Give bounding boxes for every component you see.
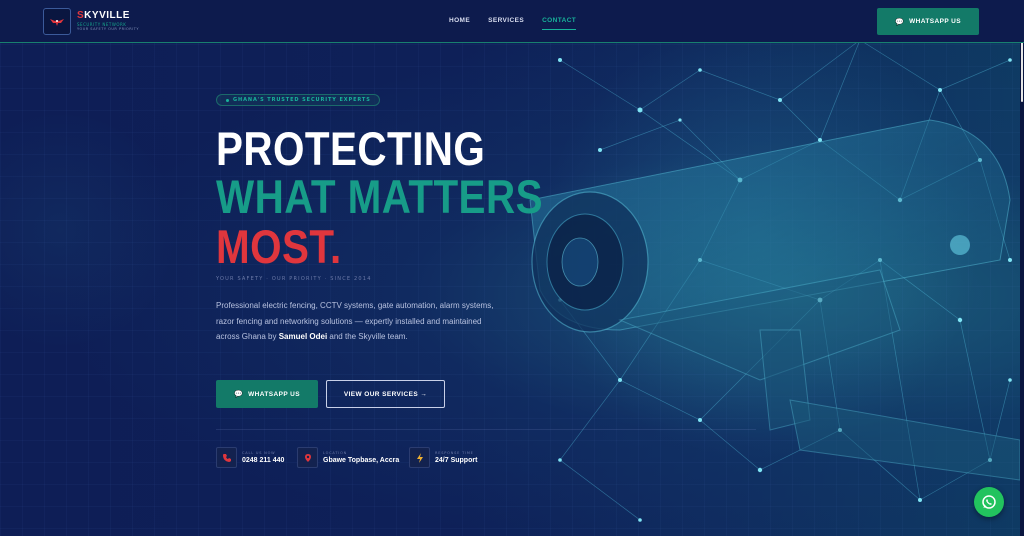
- owner-name: Samuel Odei: [278, 332, 328, 341]
- info-label: LOCATION: [323, 451, 348, 455]
- brand-text[interactable]: SKYVILLE SECURITY NETWORK YOUR SAFETY OU…: [77, 10, 139, 31]
- lightning-icon: [409, 447, 430, 468]
- headline-line-3: MOST.: [216, 220, 342, 273]
- brand-name: SKYVILLE: [77, 10, 130, 21]
- headline-line-2: WHAT MATTERS: [216, 170, 543, 223]
- content-divider: [216, 429, 756, 430]
- info-label: RESPONSE TIME: [435, 451, 474, 455]
- nav-links: HOME SERVICES CONTACT: [449, 17, 577, 30]
- info-response[interactable]: RESPONSE TIME 24/7 Support: [409, 447, 477, 468]
- nav-link-home[interactable]: HOME: [449, 17, 470, 30]
- location-pin-icon: [297, 447, 318, 468]
- badge-text: GHANA'S TRUSTED SECURITY EXPERTS: [233, 97, 371, 103]
- nav-whatsapp-label: WHATSAPP US: [909, 18, 961, 25]
- badge-dot: [226, 98, 229, 102]
- eagle-logo-icon: [50, 18, 64, 26]
- info-call[interactable]: CALL US NOW 0248 211 440: [216, 447, 284, 468]
- info-value: Gbawe Topbase, Accra: [323, 457, 400, 464]
- info-label: CALL US NOW: [242, 451, 276, 455]
- whatsapp-button-label: WHATSAPP US: [248, 390, 300, 398]
- hero-badge: GHANA'S TRUSTED SECURITY EXPERTS: [216, 94, 380, 106]
- phone-icon: [216, 447, 237, 468]
- nav-link-contact[interactable]: CONTACT: [542, 17, 577, 30]
- nav-whatsapp-button[interactable]: 💬 WHATSAPP US: [877, 8, 979, 35]
- chat-icon: 💬: [895, 18, 905, 26]
- info-location[interactable]: LOCATION Gbawe Topbase, Accra: [297, 447, 399, 468]
- nav-link-services[interactable]: SERVICES: [488, 17, 524, 30]
- chat-icon: 💬: [234, 391, 244, 398]
- top-navbar: SKYVILLE SECURITY NETWORK YOUR SAFETY OU…: [0, 0, 1024, 43]
- network-camera-illustration: [0, 20, 1021, 522]
- info-value: 0248 211 440: [242, 457, 285, 464]
- brand-tagline: YOUR SAFETY OUR PRIORITY: [77, 27, 140, 31]
- whatsapp-icon: [982, 495, 996, 509]
- info-value: 24/7 Support: [435, 457, 478, 464]
- view-services-button[interactable]: VIEW OUR SERVICES →: [326, 380, 445, 408]
- brand-logo[interactable]: [43, 8, 71, 35]
- hero-tagline: YOUR SAFETY · OUR PRIORITY · SINCE 2014: [216, 276, 372, 282]
- headline-line-1: PROTECTING: [216, 122, 486, 175]
- hero-background: [0, 0, 1024, 536]
- whatsapp-button[interactable]: 💬 WHATSAPP US: [216, 380, 318, 408]
- hero-description: Professional electric fencing, CCTV syst…: [216, 301, 494, 341]
- floating-whatsapp-button[interactable]: [974, 487, 1004, 517]
